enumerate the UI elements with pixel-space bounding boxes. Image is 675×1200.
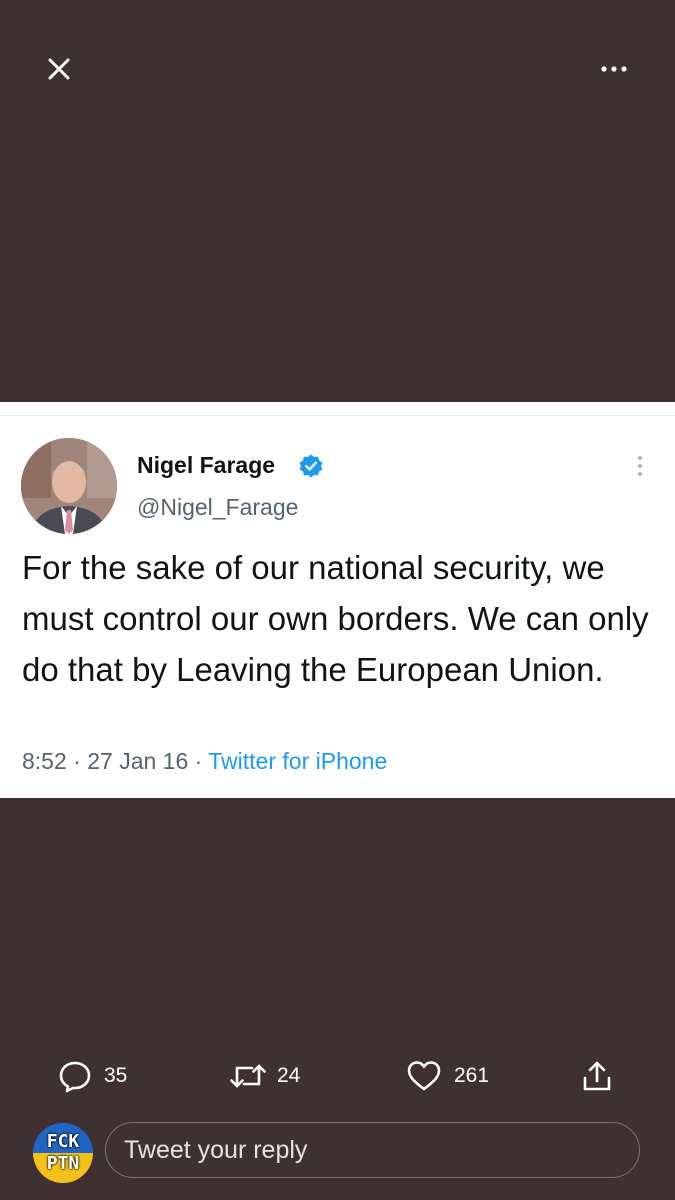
close-icon — [48, 58, 70, 80]
retweet-button[interactable]: 24 — [228, 1058, 300, 1094]
share-button[interactable] — [580, 1058, 614, 1094]
author-avatar[interactable] — [21, 438, 117, 534]
more-options-button[interactable] — [592, 52, 636, 86]
like-button[interactable]: 261 — [406, 1058, 489, 1094]
avatar-photo — [21, 438, 117, 534]
heart-icon — [407, 1061, 441, 1091]
avatar-text-top: FCK — [46, 1131, 80, 1152]
reply-icon — [59, 1061, 91, 1093]
reply-button[interactable]: 35 — [58, 1058, 127, 1094]
tweet-meta: 8:52 · 27 Jan 16 · Twitter for iPhone — [22, 748, 387, 775]
separator: · — [73, 748, 88, 774]
close-button[interactable] — [38, 48, 80, 90]
retweet-count: 24 — [277, 1064, 301, 1087]
tweet-card: Nigel Farage @Nigel_Farage For the sake … — [0, 402, 675, 798]
more-vertical-icon — [638, 456, 642, 476]
reply-count: 35 — [104, 1064, 128, 1087]
top-bar — [0, 0, 675, 140]
author-name[interactable]: Nigel Farage — [137, 452, 275, 479]
action-bar: 35 24 261 — [0, 1058, 675, 1098]
author-handle[interactable]: @Nigel_Farage — [137, 494, 298, 521]
share-icon — [583, 1061, 611, 1091]
tweet-time: 8:52 — [22, 748, 67, 774]
tweet-date: 27 Jan 16 — [87, 748, 189, 774]
avatar-text-bottom: PTN — [46, 1153, 80, 1174]
more-horizontal-icon — [601, 66, 627, 72]
retweet-icon — [230, 1064, 266, 1088]
user-avatar[interactable]: FCK PTN — [33, 1123, 93, 1183]
separator: · — [194, 748, 209, 774]
reply-bar: FCK PTN — [0, 1115, 675, 1200]
verified-badge-icon — [299, 454, 323, 478]
reply-input[interactable] — [105, 1122, 640, 1178]
tweet-source-link[interactable]: Twitter for iPhone — [208, 748, 387, 774]
like-count: 261 — [454, 1064, 490, 1087]
tweet-menu-button[interactable] — [628, 452, 652, 482]
tweet-text: For the sake of our national security, w… — [22, 549, 649, 688]
divider — [0, 415, 675, 416]
